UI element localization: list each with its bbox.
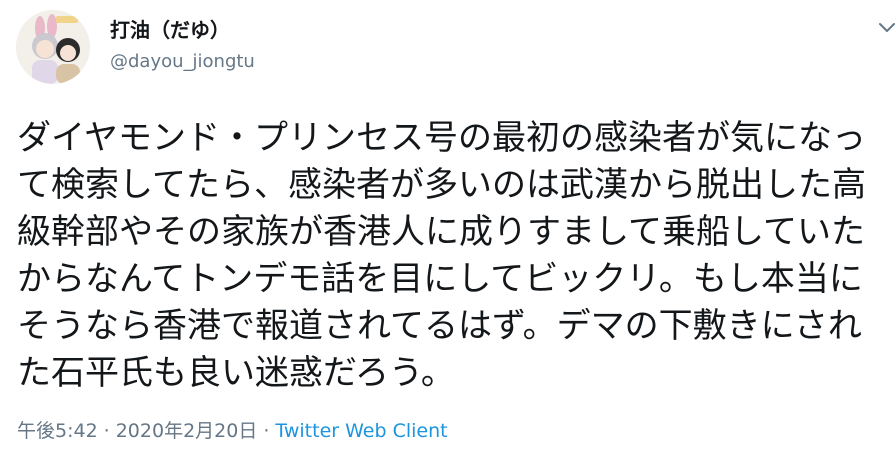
display-name[interactable]: 打油（だゆ） <box>110 18 230 42</box>
tweet-text: ダイヤモンド・プリンセス号の最初の感染者が気になって検索してたら、感染者が多いの… <box>17 118 866 393</box>
chevron-down-icon[interactable] <box>872 18 895 38</box>
separator: · <box>103 420 110 442</box>
tweet-date[interactable]: 2020年2月20日 <box>116 420 258 442</box>
avatar-illustration <box>16 10 90 84</box>
tweet-time[interactable]: 午後5:42 <box>17 420 98 442</box>
avatar[interactable] <box>16 10 90 84</box>
tweet-card: 打油（だゆ） @dayou_jiongtu ダイヤモンド・プリンセス号の最初の感… <box>0 0 895 462</box>
separator: · <box>263 420 270 442</box>
client-link[interactable]: Twitter Web Client <box>275 420 447 442</box>
user-handle[interactable]: @dayou_jiongtu <box>110 50 255 74</box>
tweet-meta: 午後5:42 · 2020年2月20日 · Twitter Web Client <box>17 418 448 444</box>
